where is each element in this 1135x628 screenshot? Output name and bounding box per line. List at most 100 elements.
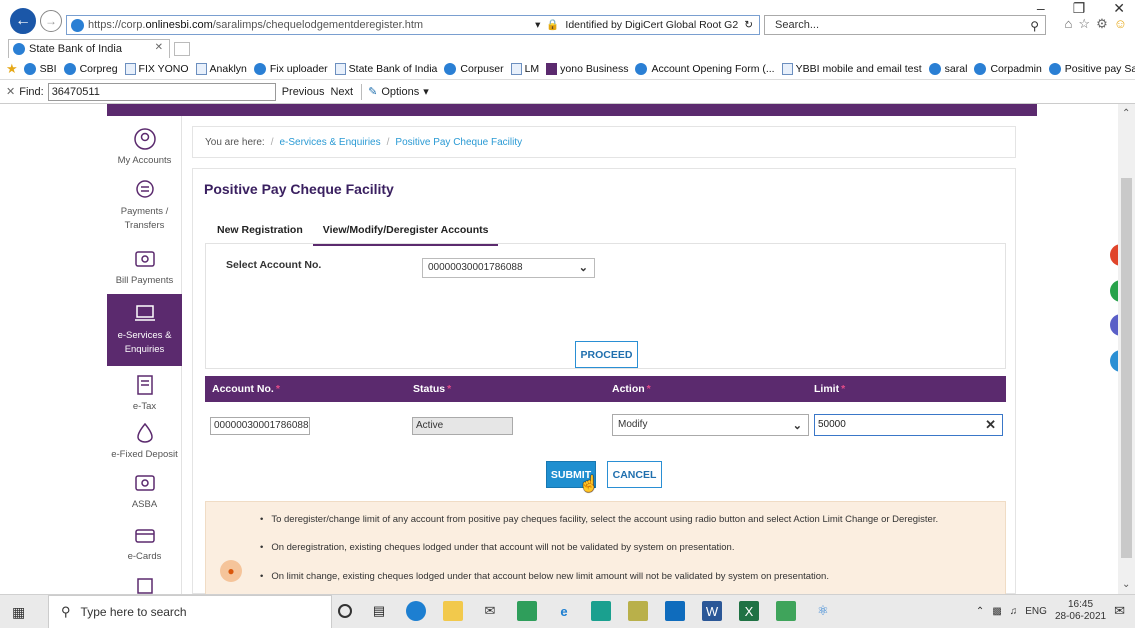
search-icon: ⚲ <box>61 604 71 619</box>
network-app-icon[interactable]: ⚛ <box>813 601 833 621</box>
column-header-status: Status * <box>413 383 452 395</box>
asba-icon <box>132 470 158 496</box>
scroll-down-icon[interactable]: ⌄ <box>1122 579 1130 590</box>
sidebar-item-payments[interactable]: Payments / Transfers <box>107 176 182 233</box>
breadcrumb-link[interactable]: e-Services & Enquiries <box>279 137 380 148</box>
network-icon[interactable]: ▩ <box>992 606 1001 617</box>
fav-item[interactable]: Anaklyn <box>195 62 247 75</box>
fav-item[interactable]: LM <box>510 62 539 75</box>
fav-item[interactable]: FIX YONO <box>124 62 189 75</box>
find-options-button[interactable]: ✎ Options ▾ <box>368 85 429 99</box>
taskbar-search-input[interactable]: ⚲ Type here to search <box>48 595 332 628</box>
scroll-thumb[interactable] <box>1121 178 1132 558</box>
notes-app-icon[interactable] <box>628 601 648 621</box>
maximize-icon[interactable]: ❐ <box>1073 0 1086 17</box>
deposit-icon <box>132 420 158 446</box>
browser-search-input[interactable]: Search... ⚲ <box>764 15 1046 35</box>
volume-icon[interactable]: ♫ <box>1010 606 1018 617</box>
favorites-star-icon[interactable]: ☆ <box>1078 16 1090 32</box>
green-tile-icon[interactable] <box>776 601 796 621</box>
clear-icon[interactable]: ✕ <box>985 415 996 435</box>
column-header-action: Action * <box>612 383 651 395</box>
teal-app-icon[interactable] <box>591 601 611 621</box>
limit-input[interactable]: 50000 ✕ <box>814 414 1003 436</box>
windows-taskbar: ▦ ⚲ Type here to search ▤ ✉ e W X ⚛ ⌃ ▩ … <box>0 594 1135 628</box>
smiley-icon[interactable]: ☺ <box>1114 16 1127 32</box>
system-tray: ⌃ ▩ ♫ ENG 16:45 28-06-2021 ✉ <box>976 599 1125 623</box>
cancel-button[interactable]: CANCEL <box>607 461 662 488</box>
file-explorer-icon[interactable] <box>443 601 463 621</box>
find-previous-button[interactable]: Previous <box>282 86 325 98</box>
task-view-icon[interactable]: ▤ <box>369 601 389 621</box>
favorites-add-icon[interactable]: ★ <box>6 61 18 77</box>
find-input[interactable]: 36470511 <box>47 82 276 101</box>
action-select[interactable]: Modify ⌄ <box>612 414 809 436</box>
fav-item[interactable]: Corpadmin <box>974 62 1042 75</box>
breadcrumb-current[interactable]: Positive Pay Cheque Facility <box>395 137 522 148</box>
fav-item[interactable]: Positive pay Saral <box>1048 62 1135 75</box>
fav-item[interactable]: Fix uploader <box>253 62 328 75</box>
tab-new-registration[interactable]: New Registration <box>207 217 313 246</box>
column-header-limit: Limit * <box>814 383 846 395</box>
minimize-icon[interactable]: – <box>1037 0 1045 17</box>
fav-item[interactable]: Corpreg <box>63 62 118 75</box>
sidebar-item-asba[interactable]: ASBA <box>107 470 182 510</box>
outlook-icon[interactable] <box>665 601 685 621</box>
sidebar-item-e-cards[interactable]: e-Cards <box>107 522 182 562</box>
scroll-up-icon[interactable]: ⌃ <box>1122 108 1130 119</box>
sidebar-item-bill-payments[interactable]: Bill Payments <box>107 246 182 286</box>
notifications-icon[interactable]: ✉ <box>1114 603 1125 619</box>
home-icon[interactable]: ⌂ <box>1065 16 1073 32</box>
new-tab-button[interactable] <box>174 42 190 56</box>
green-app-icon[interactable] <box>517 601 537 621</box>
mail-icon[interactable]: ✉ <box>480 601 500 621</box>
windows-start-icon[interactable]: ▦ <box>12 604 25 621</box>
sidebar-item-more[interactable] <box>107 572 182 594</box>
tray-chevron-icon[interactable]: ⌃ <box>976 606 984 617</box>
fav-item[interactable]: State Bank of India <box>334 62 437 75</box>
tab-view-modify-deregister[interactable]: View/Modify/Deregister Accounts <box>312 217 499 246</box>
settings-gear-icon[interactable]: ⚙ <box>1096 16 1108 32</box>
word-icon[interactable]: W <box>702 601 722 621</box>
page-title: Positive Pay Cheque Facility <box>204 181 394 197</box>
lightbulb-icon: ● <box>220 560 242 582</box>
close-icon[interactable]: ✕ <box>1113 0 1125 17</box>
tab-close-icon[interactable]: ✕ <box>155 42 163 53</box>
sidebar-item-e-services[interactable]: e-Services & Enquiries <box>107 294 182 366</box>
find-bar: ✕ Find: 36470511 Previous Next ✎ Options… <box>0 80 1135 104</box>
fav-item[interactable]: saral <box>928 62 967 75</box>
select-account-form: Select Account No. 00000030001786088 ⌄ P… <box>205 243 1006 369</box>
edge-icon[interactable] <box>406 601 426 621</box>
fav-item[interactable]: yono Business <box>546 62 628 75</box>
fav-item[interactable]: SBI <box>23 62 57 75</box>
refresh-icon[interactable]: ↻ <box>744 19 753 31</box>
cortana-icon[interactable] <box>338 604 352 618</box>
sidebar-item-e-fixed-deposit[interactable]: e-Fixed Deposit <box>107 420 182 460</box>
browser-tab[interactable]: State Bank of India ✕ <box>8 39 170 58</box>
fav-item[interactable]: YBBI mobile and email test <box>781 62 922 75</box>
fav-item[interactable]: Account Opening Form (... <box>635 62 775 75</box>
page-scrollbar[interactable]: ⌃ ⌄ <box>1118 104 1135 594</box>
tab-row: State Bank of India ✕ <box>0 36 1135 58</box>
cert-text[interactable]: Identified by DigiCert Global Root G2 <box>565 19 738 31</box>
address-bar[interactable]: https://corp.onlinesbi.com/saralimps/che… <box>66 15 760 35</box>
clock[interactable]: 16:45 28-06-2021 <box>1055 599 1106 623</box>
find-close-icon[interactable]: ✕ <box>6 85 15 98</box>
sbi-favicon-icon <box>13 43 25 55</box>
excel-icon[interactable]: X <box>739 601 759 621</box>
internet-explorer-icon[interactable]: e <box>554 601 574 621</box>
proceed-button[interactable]: PROCEED <box>575 341 638 368</box>
taskbar-apps: ▤ ✉ e W X ⚛ <box>338 601 833 621</box>
back-button[interactable]: ← <box>10 8 36 34</box>
find-next-button[interactable]: Next <box>330 86 353 98</box>
dropdown-icon[interactable]: ▾ <box>535 19 540 31</box>
forward-button[interactable]: → <box>40 10 62 32</box>
account-select[interactable]: 00000030001786088 ⌄ <box>422 258 595 278</box>
lang-indicator[interactable]: ENG <box>1025 606 1047 617</box>
fav-item[interactable]: Corpuser <box>444 62 504 75</box>
tab-bar: New Registration View/Modify/Deregister … <box>207 217 499 246</box>
search-icon[interactable]: ⚲ <box>1030 17 1039 35</box>
laptop-icon <box>132 300 158 326</box>
sidebar-item-e-tax[interactable]: e-Tax <box>107 372 182 412</box>
sidebar-item-my-accounts[interactable]: My Accounts <box>107 126 182 166</box>
